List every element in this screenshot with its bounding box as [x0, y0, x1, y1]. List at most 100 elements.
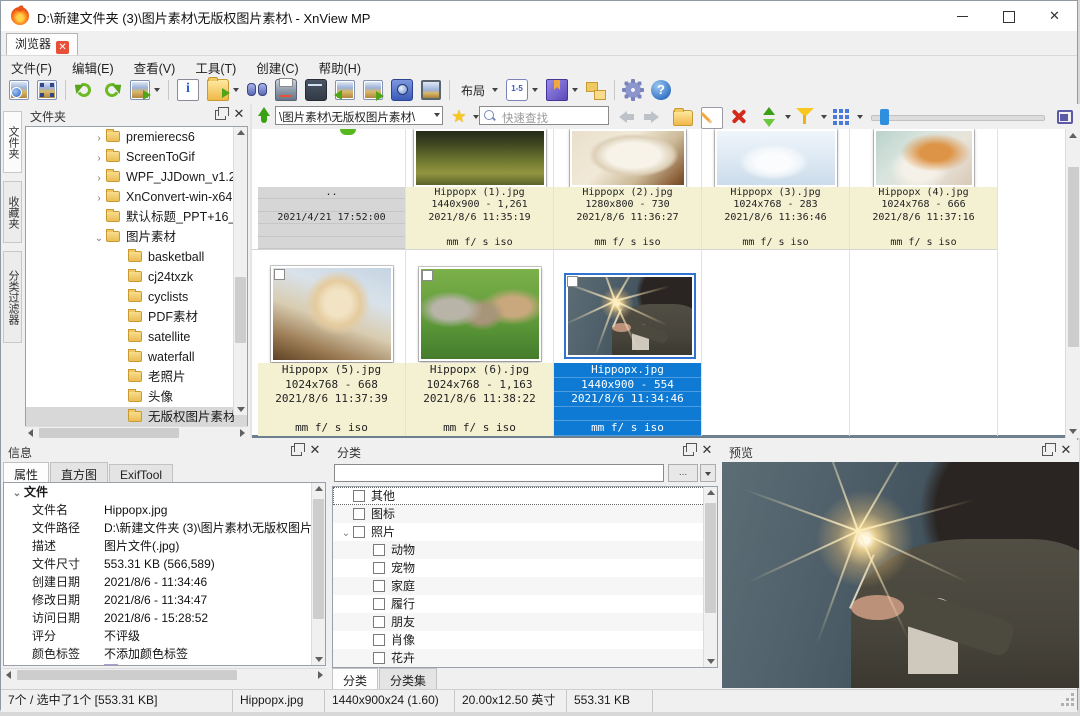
thumbnail-cell[interactable]: Hippopx (2).jpg1280x800 - 7302021/8/6 11… [554, 129, 702, 249]
category-checkbox[interactable] [353, 490, 365, 502]
category-checkbox[interactable] [373, 580, 385, 592]
grid-vscrollbar[interactable] [1065, 129, 1080, 438]
undock-icon[interactable] [683, 446, 694, 456]
rotate-left-button[interactable] [71, 78, 97, 102]
sort-preset-button[interactable] [503, 77, 541, 103]
tree-expander-icon[interactable]: › [92, 129, 106, 149]
folder-sync-button[interactable] [583, 78, 609, 102]
view-photo-button[interactable] [6, 78, 32, 102]
search-input[interactable]: 快速查找 [479, 106, 609, 125]
tree-expander-icon[interactable]: › [92, 169, 106, 189]
folder-tree-item[interactable]: 默认标题_PPT+16_9_ [26, 207, 247, 227]
chevron-down-icon[interactable] [572, 88, 578, 92]
category-checkbox[interactable] [353, 526, 365, 538]
chevron-down-icon[interactable] [233, 88, 239, 92]
info-doc-button[interactable] [174, 77, 202, 103]
minimize-button[interactable] [940, 1, 985, 31]
category-item[interactable]: 履行 [333, 595, 717, 613]
folder-tree-item[interactable]: cj24txzk [26, 267, 247, 287]
chevron-down-icon[interactable] [492, 88, 498, 92]
category-item[interactable]: 动物 [333, 541, 717, 559]
thumbnail-cell[interactable]: .. 2021/4/21 17:52:00 [258, 129, 406, 249]
folder-tree-item[interactable]: waterfall [26, 347, 247, 367]
folder-tree-item[interactable]: ⌄图片素材 [26, 227, 247, 247]
batch-rename-button[interactable] [360, 78, 386, 102]
category-checkbox[interactable] [373, 598, 385, 610]
thumbnail-cell[interactable]: Hippopx.jpg1440x900 - 5542021/8/6 11:34:… [554, 250, 702, 436]
close-icon[interactable]: ✕ [308, 442, 322, 458]
folder-tree-item[interactable]: ›ScreenToGif [26, 147, 247, 167]
back-icon[interactable] [617, 107, 637, 127]
tree-expander-icon[interactable]: ⌄ [92, 229, 106, 249]
chevron-down-icon[interactable] [434, 113, 440, 117]
new-folder-icon[interactable] [673, 110, 693, 126]
category-checkbox[interactable] [373, 634, 385, 646]
category-vscrollbar[interactable] [703, 487, 717, 667]
folder-tree-item[interactable]: satellite [26, 327, 247, 347]
category-item[interactable]: ⌄照片 [333, 523, 717, 541]
folder-tree-item[interactable]: basketball [26, 247, 247, 267]
sidebar-tab-3[interactable]: 分类过滤器 [3, 251, 22, 343]
folder-up-icon[interactable] [254, 107, 274, 127]
thumbnail-checkbox[interactable] [274, 269, 285, 280]
tree-expander-icon[interactable]: › [92, 149, 106, 169]
category-item[interactable]: 肖像 [333, 631, 717, 649]
fullscreen-button[interactable] [34, 78, 60, 102]
view-mode-dropdown-icon[interactable] [857, 115, 863, 119]
delete-icon[interactable] [729, 107, 749, 127]
chevron-down-icon[interactable] [154, 88, 160, 92]
category-checkbox[interactable] [373, 544, 385, 556]
capture-button[interactable] [388, 77, 416, 103]
category-dropdown-icon[interactable] [700, 464, 716, 482]
bookmark-button[interactable] [543, 77, 581, 103]
open-with-button[interactable] [204, 77, 242, 103]
print-button[interactable] [272, 77, 300, 103]
chevron-down-icon[interactable] [532, 88, 538, 92]
undock-icon[interactable] [215, 110, 226, 120]
filter-icon[interactable] [795, 107, 815, 127]
folder-tree-item[interactable]: ›premierecs6 [26, 127, 247, 147]
thumbnail-frame[interactable] [414, 129, 546, 187]
thumbnail-frame[interactable] [874, 129, 974, 187]
thumbnail-frame[interactable] [271, 266, 393, 362]
folder-tree-item[interactable]: 头像 [26, 387, 247, 407]
updown-arrows-icon[interactable] [759, 107, 779, 127]
info-group-row[interactable]: ⌄文件 [4, 483, 325, 501]
category-checkbox[interactable] [373, 562, 385, 574]
thumbnail-frame[interactable] [564, 273, 696, 359]
category-browse-button[interactable]: ... [668, 464, 698, 482]
category-item[interactable]: 其他 [333, 487, 717, 505]
folder-tree-hscrollbar[interactable] [25, 426, 248, 439]
sidebar-tab-2[interactable]: 收藏夹 [3, 181, 22, 243]
category-checkbox[interactable] [373, 652, 385, 664]
category-item[interactable]: 朋友 [333, 613, 717, 631]
tab-close-icon[interactable]: ✕ [56, 41, 69, 54]
edit-icon[interactable] [701, 107, 723, 129]
slider-thumb[interactable] [880, 109, 889, 125]
address-combobox[interactable]: \图片素材\无版权图片素材\ [275, 106, 443, 125]
thumbnail-checkbox[interactable] [567, 276, 578, 287]
help-button[interactable] [648, 78, 674, 102]
undock-icon[interactable] [291, 446, 302, 456]
thumbnail-cell[interactable]: Hippopx (3).jpg1024x768 - 2832021/8/6 11… [702, 129, 850, 249]
category-item[interactable]: 花卉 [333, 649, 717, 667]
folder-tree-item[interactable]: PDF素材 [26, 307, 247, 327]
category-checkbox[interactable] [353, 508, 365, 520]
undock-icon[interactable] [1042, 446, 1053, 456]
settings-gear-button[interactable] [620, 78, 646, 102]
folder-tree-item[interactable]: ›WPF_JJDown_v1.229 [26, 167, 247, 187]
thumbnail-checkbox[interactable] [422, 270, 433, 281]
thumbnail-size-slider[interactable] [871, 115, 1045, 121]
folder-tree-item[interactable]: 老照片 [26, 367, 247, 387]
category-item[interactable]: 家庭 [333, 577, 717, 595]
find-button[interactable] [244, 78, 270, 102]
updown-dropdown-icon[interactable] [785, 115, 791, 119]
category-filter-input[interactable] [334, 464, 664, 482]
forward-icon[interactable] [641, 107, 661, 127]
thumbnail-cell[interactable]: Hippopx (6).jpg1024x768 - 1,1632021/8/6 … [406, 250, 554, 436]
tab-browser[interactable]: 浏览器✕ [6, 33, 78, 55]
thumbnail-frame[interactable] [715, 129, 837, 187]
close-icon[interactable]: ✕ [1059, 442, 1073, 458]
rotate-right-button[interactable] [99, 78, 125, 102]
info-vscrollbar[interactable] [311, 483, 325, 665]
